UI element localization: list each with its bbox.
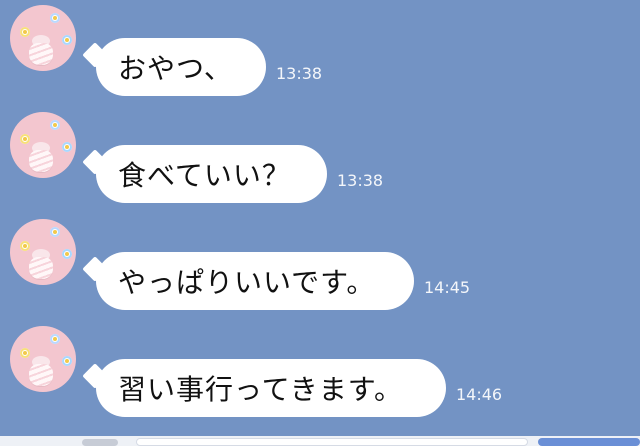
flower-icon [50,13,60,23]
chat-area: おやつ、 13:38 食べていい？ 13:38 やっぱりいいです。 14:45 [0,0,640,436]
message-row: 習い事行ってきます。 14:46 [0,321,640,421]
message-row: 食べていい？ 13:38 [0,107,640,207]
cupcake-icon [29,150,53,172]
flower-icon [20,241,30,251]
flower-icon [20,348,30,358]
message-bubble: 習い事行ってきます。 [96,359,446,417]
message-composer [0,436,640,446]
cupcake-icon [29,43,53,65]
cupcake-icon [29,364,53,386]
avatar-image[interactable] [10,326,76,392]
message-row: やっぱりいいです。 14:45 [0,214,640,314]
message-bubble: やっぱりいいです。 [96,252,414,310]
flower-icon [50,334,60,344]
flower-icon [62,249,72,259]
avatar-image[interactable] [10,5,76,71]
flower-icon [62,142,72,152]
message-row: おやつ、 13:38 [0,0,640,100]
flower-icon [20,27,30,37]
flower-icon [62,356,72,366]
message-bubble: おやつ、 [96,38,266,96]
message-bubble: 食べていい？ [96,145,327,203]
message-time: 13:38 [337,171,384,190]
emoji-button[interactable] [82,439,118,446]
avatar-image[interactable] [10,219,76,285]
flower-icon [50,227,60,237]
message-time: 14:45 [424,278,471,297]
cupcake-icon [29,257,53,279]
message-input[interactable] [136,438,528,446]
message-time: 13:38 [276,64,323,83]
flower-icon [50,120,60,130]
flower-icon [62,35,72,45]
send-button[interactable] [538,438,640,446]
message-time: 14:46 [456,385,503,404]
avatar-image[interactable] [10,112,76,178]
flower-icon [20,134,30,144]
